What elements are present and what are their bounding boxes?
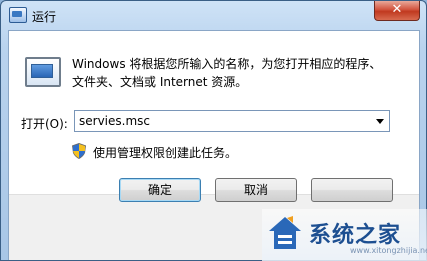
- chevron-down-icon[interactable]: [376, 119, 384, 124]
- watermark-text: 系统之家: [309, 223, 402, 248]
- close-button[interactable]: ✕: [374, 1, 420, 21]
- watermark-url: www.xitongzhijia.net: [350, 246, 427, 255]
- house-logo-icon: [269, 216, 301, 249]
- ok-button[interactable]: 确定: [119, 178, 201, 202]
- watermark: 系统之家 www.xitongzhijia.net: [262, 209, 427, 261]
- open-input[interactable]: [79, 114, 359, 128]
- run-app-icon: [9, 7, 27, 23]
- cancel-button[interactable]: 取消: [215, 178, 297, 202]
- run-dialog-icon: [25, 57, 61, 87]
- window-title: 运行: [32, 10, 57, 24]
- open-combobox[interactable]: [74, 110, 390, 132]
- uac-shield-icon: [72, 143, 86, 159]
- open-label: 打开(O):: [21, 117, 68, 131]
- browse-button[interactable]: [311, 178, 393, 202]
- close-icon: ✕: [391, 2, 403, 17]
- title-bar[interactable]: 运行 ✕: [1, 1, 426, 29]
- dialog-description: Windows 将根据您所输入的名称，为您打开相应的程序、文件夹、文档或 Int…: [72, 57, 382, 89]
- admin-privilege-note: 使用管理权限创建此任务。: [93, 146, 238, 160]
